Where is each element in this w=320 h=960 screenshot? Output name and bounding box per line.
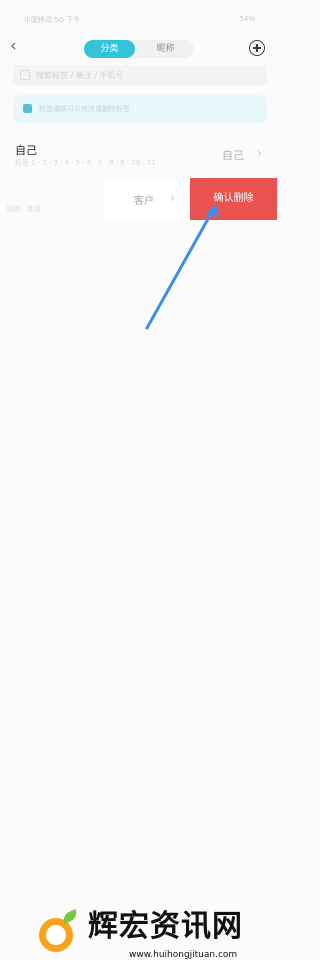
chevron-right-icon: › [257,146,262,160]
search-icon [20,70,30,80]
notice-banner: 标签编辑可以修改或删除标签 [13,95,267,123]
list-item-title: 自己 [15,144,37,157]
notice-text: 标签编辑可以修改或删除标签 [39,105,130,113]
back-chevron-icon[interactable]: ‹ [10,36,17,56]
list-item[interactable]: 自己 标签 1 · 2 · 3 · 4 · 5 · 6 · 7 · 8 · 9 … [0,137,285,175]
battery-text: 54% [239,15,255,23]
notice-icon [23,104,32,113]
client-row[interactable]: 客户 › [103,178,190,220]
search-bar[interactable]: 搜索标签 / 备注 / 手机号 [13,65,267,85]
list-item-subtitle: 标签 1 · 2 · 3 · 4 · 5 · 6 · 7 · 8 · 9 · 1… [15,159,156,167]
search-placeholder: 搜索标签 / 备注 / 手机号 [36,71,124,80]
watermark-url: www.huihongjituan.com [129,950,238,960]
status-bar: 中国移动 5G 下午 54% [0,0,285,30]
client-label: 客户 [134,196,154,207]
side-label: 其他 · 其他 [6,205,41,213]
confirm-delete-button[interactable]: 确认删除 [190,178,277,220]
add-plus-icon[interactable] [249,40,265,56]
carrier-text: 中国移动 5G 下午 [24,16,81,24]
leaf-icon [60,909,80,924]
orange-logo-icon [39,918,73,952]
watermark: 辉宏资讯网 www.huihongjituan.com [0,450,285,960]
client-chevron-icon: › [170,191,175,205]
top-nav: ‹ 分类 昵称 [0,30,285,66]
tab-category[interactable]: 分类 [84,40,135,58]
segmented-control: 分类 昵称 [84,40,194,58]
tab-nickname[interactable]: 昵称 [140,40,191,58]
list-item-value: 自己 [222,149,244,162]
watermark-title: 辉宏资讯网 [88,909,243,944]
